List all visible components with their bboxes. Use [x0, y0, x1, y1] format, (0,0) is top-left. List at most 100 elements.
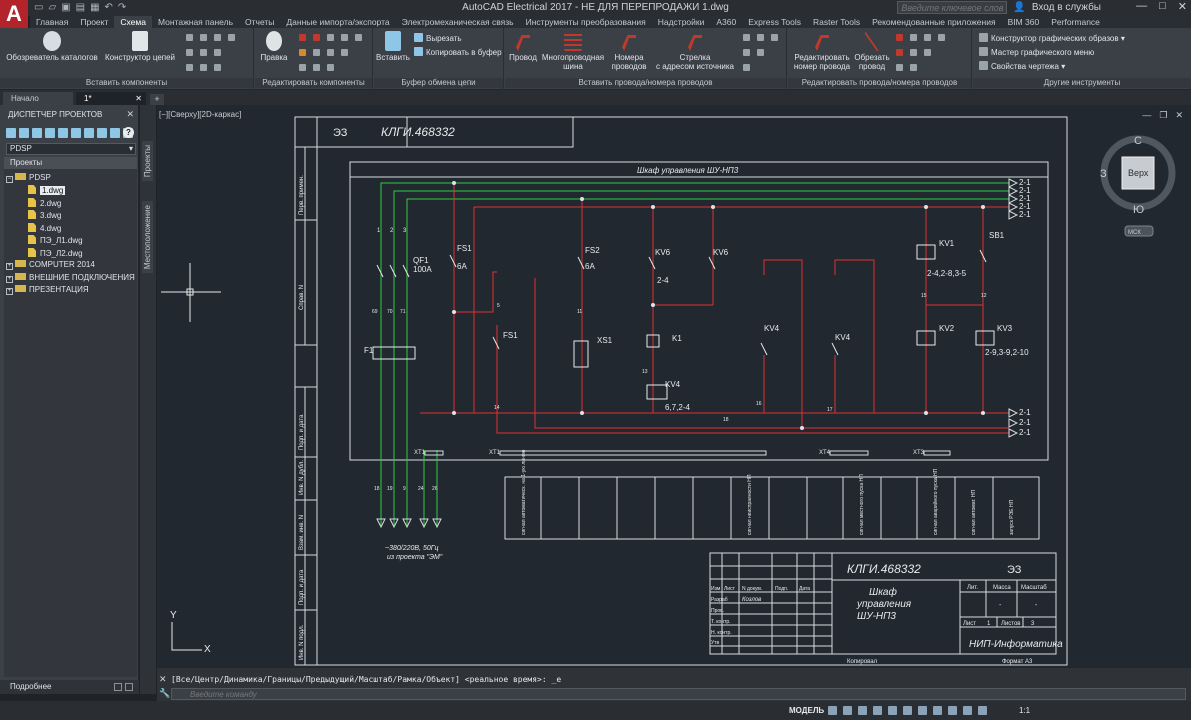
wire-numbers-button[interactable]: Номера проводов [609, 31, 649, 71]
insert-pneumatic-icon[interactable] [200, 64, 207, 71]
wire-ladder-icon[interactable] [743, 49, 750, 56]
insert-plc-icon[interactable] [214, 64, 221, 71]
open-project-icon[interactable] [6, 128, 16, 138]
details-view-icon[interactable] [114, 683, 122, 691]
tab-a360[interactable]: A360 [710, 16, 742, 28]
move-component-icon[interactable] [355, 34, 362, 41]
publish-icon[interactable] [84, 128, 94, 138]
insert-button[interactable]: Вставить [376, 31, 410, 62]
icon-menu-wizard-button[interactable]: Конструктор графических образов ▾ [979, 33, 1125, 44]
catalog-browser-button[interactable]: Обозреватель каталогов [6, 31, 98, 62]
plot-icon[interactable] [97, 128, 107, 138]
scoot-icon[interactable] [327, 34, 334, 41]
trim-wire-button[interactable]: Обрезать провод [854, 31, 890, 71]
tab-featured-apps[interactable]: Рекомендованные приложения [866, 16, 1001, 28]
tree-drawing-2[interactable]: 2.dwg [28, 198, 61, 209]
drawing-list-icon[interactable] [71, 128, 81, 138]
copy-clip-button[interactable]: Копировать в буфер [414, 47, 502, 58]
tree-drawing-4[interactable]: 4.dwg [28, 223, 61, 234]
wire-gap-icon[interactable] [757, 34, 764, 41]
command-input[interactable] [171, 688, 1186, 700]
insert-child-icon[interactable] [228, 34, 235, 41]
expand-icon[interactable]: + [6, 276, 13, 283]
insert-ladder-icon[interactable] [186, 64, 193, 71]
side-tab-location[interactable]: Местоположение [142, 201, 153, 274]
tree-project-computer[interactable]: + COMPUTER 2014 [6, 260, 95, 270]
expand-icon[interactable]: + [6, 263, 13, 270]
wire-hide-icon[interactable] [896, 64, 903, 71]
source-arrow-button[interactable]: Стрелка с адресом источника [655, 31, 735, 71]
viewport-close-button[interactable]: ✕ [1175, 110, 1183, 121]
fix-icon[interactable] [313, 64, 320, 71]
delete-component-icon[interactable] [299, 34, 306, 41]
new-project-icon[interactable] [19, 128, 29, 138]
tab-home[interactable]: Главная [30, 16, 74, 28]
application-menu-button[interactable]: A [0, 0, 28, 28]
attribute-icon[interactable] [327, 49, 334, 56]
close-tab-icon[interactable]: ✕ [135, 92, 142, 105]
tab-conversion-tools[interactable]: Инструменты преобразования [520, 16, 652, 28]
project-properties-icon[interactable] [58, 128, 68, 138]
customize-command-icon[interactable]: 🔧 [159, 688, 170, 699]
polar-icon[interactable] [873, 706, 882, 715]
tab-performance[interactable]: Performance [1045, 16, 1106, 28]
multiwire-bus-button[interactable]: Многопроводная шина [541, 31, 605, 71]
drawing-canvas[interactable]: КЛГИ.468332 ЭЗ Перв. примен. Справ. N По… [157, 105, 1191, 667]
wire-flip-icon[interactable] [910, 34, 917, 41]
toggle-no-nc-icon[interactable] [313, 49, 320, 56]
hide-attribute-icon[interactable] [327, 64, 334, 71]
wire-delete-icon[interactable] [896, 34, 903, 41]
viewport-restore-button[interactable]: ❐ [1159, 110, 1167, 121]
annotation-icon[interactable] [963, 706, 972, 715]
signin-link[interactable]: Вход в службы [1032, 2, 1101, 13]
insert-connector-icon[interactable] [186, 49, 193, 56]
tab-import-export[interactable]: Данные импорта/экспорта [280, 16, 395, 28]
cut-button[interactable]: Вырезать [414, 33, 462, 44]
lineweight-icon[interactable] [918, 706, 927, 715]
wire-angle-icon[interactable] [771, 34, 778, 41]
edit-button[interactable]: Правка [257, 31, 291, 62]
tab-schematic[interactable]: Схема [114, 16, 152, 28]
selection-cycling-icon[interactable] [948, 706, 957, 715]
swap-block-icon[interactable] [299, 49, 306, 56]
icon-menu-button[interactable]: Мастер графического меню [979, 47, 1094, 58]
minimize-button[interactable]: — [1136, 0, 1147, 13]
wire-move-icon[interactable] [896, 49, 903, 56]
tree-project-external[interactable]: + ВНЕШНИЕ ПОДКЛЮЧЕНИЯ [6, 273, 135, 283]
osnap-icon[interactable] [888, 706, 897, 715]
wire-toggle-icon[interactable] [924, 34, 931, 41]
tree-drawing-3[interactable]: 3.dwg [28, 210, 61, 221]
viewport-controls-label[interactable]: [−][Сверху][2D-каркас] [159, 110, 241, 119]
tab-panel[interactable]: Монтажная панель [152, 16, 239, 28]
copy-component-icon[interactable] [313, 34, 320, 41]
wire-type-icon[interactable] [743, 34, 750, 41]
tree-project-pdsp[interactable]: − PDSP [6, 173, 51, 183]
wire-cable-icon[interactable] [743, 64, 750, 71]
wire-bend-icon[interactable] [757, 49, 764, 56]
project-select[interactable]: PDSP [6, 143, 136, 155]
tab-drawing-1[interactable]: 1* ✕ [76, 92, 146, 105]
collapse-icon[interactable]: − [6, 176, 13, 183]
edit-wire-number-button[interactable]: Редактировать номер провода [792, 31, 852, 71]
side-tab-projects[interactable]: Проекты [142, 141, 153, 182]
circuit-builder-button[interactable]: Конструктор цепей [104, 31, 176, 62]
drawing-properties-button[interactable]: Свойства чертежа ▾ [979, 61, 1065, 72]
align-icon[interactable] [341, 34, 348, 41]
close-command-icon[interactable]: ✕ [159, 674, 167, 685]
insert-splice-icon[interactable] [214, 49, 221, 56]
refresh-icon[interactable] [45, 128, 55, 138]
cross-reference-icon[interactable] [299, 64, 306, 71]
tab-reports[interactable]: Отчеты [239, 16, 280, 28]
search-input[interactable] [897, 1, 1008, 14]
tree-project-presentation[interactable]: + ПРЕЗЕНТАЦИЯ [6, 285, 89, 295]
ortho-icon[interactable] [858, 706, 867, 715]
insert-parent-icon[interactable] [214, 34, 221, 41]
model-space-button[interactable]: МОДЕЛЬ [789, 706, 824, 715]
wire-fix-icon[interactable] [938, 34, 945, 41]
annotation-scale[interactable]: 1:1 [1019, 706, 1030, 715]
tree-drawing-pe-l2[interactable]: ПЭ_Л2.dwg [28, 248, 83, 259]
tab-project[interactable]: Проект [74, 16, 114, 28]
new-drawing-icon[interactable] [32, 128, 42, 138]
help-icon[interactable]: ? [123, 127, 134, 138]
retag-icon[interactable] [341, 49, 348, 56]
